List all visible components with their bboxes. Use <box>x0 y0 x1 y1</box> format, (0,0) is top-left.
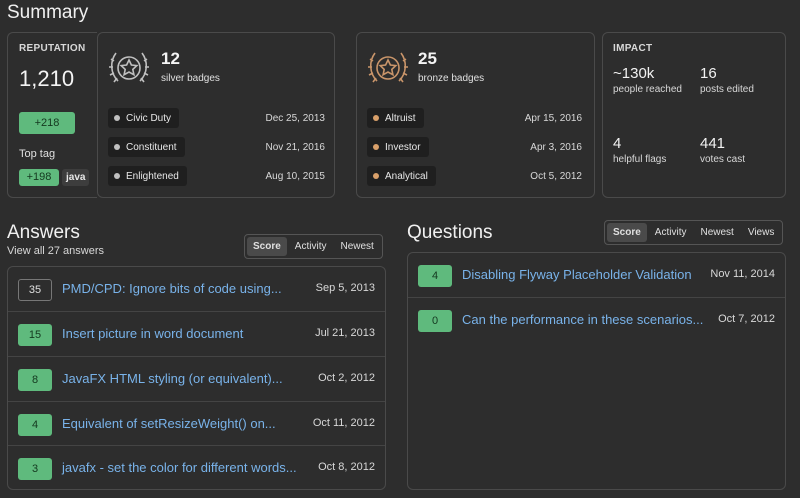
answer-title-link[interactable]: JavaFX HTML styling (or equivalent)... <box>62 371 283 386</box>
answer-date: Jul 21, 2013 <box>315 327 375 339</box>
badge-date: Nov 21, 2016 <box>265 142 326 153</box>
stat-value: 16 <box>700 65 717 82</box>
tab-newest[interactable]: Newest <box>694 223 739 242</box>
list-item[interactable]: 3 javafx - set the color for different w… <box>8 445 385 490</box>
reputation-change-badge[interactable]: +218 <box>19 112 75 134</box>
badge-name: Constituent <box>126 141 177 153</box>
badge-enlightened[interactable]: Enlightened <box>108 166 187 186</box>
bronze-badge-count: 25 <box>418 49 437 68</box>
badge-name: Altruist <box>385 112 416 124</box>
stat-value: 441 <box>700 135 726 152</box>
tab-activity[interactable]: Activity <box>289 237 333 256</box>
badge-date: Aug 10, 2015 <box>265 171 326 182</box>
bronze-badges-card: 25 bronze badges Altruist Apr 15, 2016 I… <box>356 32 595 198</box>
summary-heading: Summary <box>7 2 89 23</box>
question-date: Nov 11, 2014 <box>710 268 775 280</box>
questions-heading: Questions <box>407 222 493 243</box>
answer-title-link[interactable]: javafx - set the color for different wor… <box>62 460 297 475</box>
badge-analytical[interactable]: Analytical <box>367 166 436 186</box>
top-tag-score: +198 <box>19 169 59 186</box>
reputation-card: REPUTATION 1,210 +218 Top tag +198 java <box>7 32 97 198</box>
stat-label: posts edited <box>700 84 754 95</box>
badge-name: Enlightened <box>126 170 179 182</box>
tab-views[interactable]: Views <box>742 223 781 242</box>
question-score: 0 <box>418 310 452 332</box>
list-item[interactable]: 4 Disabling Flyway Placeholder Validatio… <box>408 253 785 298</box>
answers-list: 35 PMD/CPD: Ignore bits of code using...… <box>7 266 386 490</box>
badge-date: Dec 25, 2013 <box>265 113 326 124</box>
stat-votes-cast: 441 votes cast <box>700 135 745 165</box>
reputation-label: REPUTATION <box>19 43 86 54</box>
badge-name: Civic Duty <box>126 112 172 124</box>
badge-investor[interactable]: Investor <box>367 137 429 157</box>
impact-card: IMPACT ~130k people reached 16 posts edi… <box>602 32 786 198</box>
answer-score: 4 <box>18 414 52 436</box>
top-tag-label: Top tag <box>19 148 56 160</box>
tab-score[interactable]: Score <box>607 223 647 242</box>
question-title-link[interactable]: Can the performance in these scenarios..… <box>462 312 703 327</box>
answer-date: Oct 11, 2012 <box>312 417 375 429</box>
question-date: Oct 7, 2012 <box>718 313 775 325</box>
reputation-value: 1,210 <box>19 66 75 91</box>
silver-badge-label: silver badges <box>161 73 220 84</box>
badge-date: Apr 3, 2016 <box>530 142 582 153</box>
silver-badge-count: 12 <box>161 49 180 68</box>
question-score: 4 <box>418 265 452 287</box>
tab-activity[interactable]: Activity <box>649 223 693 242</box>
stat-posts-edited: 16 posts edited <box>700 65 754 95</box>
list-item[interactable]: 4 Equivalent of setResizeWeight() on... … <box>8 401 385 446</box>
answer-date: Sep 5, 2013 <box>315 282 375 294</box>
silver-badge-icon <box>109 52 149 83</box>
answer-score: 3 <box>18 458 52 480</box>
stat-value: ~130k <box>613 65 655 82</box>
answer-date: Oct 8, 2012 <box>318 461 375 473</box>
silver-dot-icon <box>114 115 120 121</box>
list-item[interactable]: 8 JavaFX HTML styling (or equivalent)...… <box>8 356 385 401</box>
answer-score: 15 <box>18 324 52 346</box>
question-title-link[interactable]: Disabling Flyway Placeholder Validation <box>462 267 692 282</box>
badge-date: Apr 15, 2016 <box>524 113 582 124</box>
bronze-badge-icon <box>368 52 408 83</box>
impact-label: IMPACT <box>613 43 653 54</box>
answer-date: Oct 2, 2012 <box>318 372 375 384</box>
bronze-dot-icon <box>373 173 379 179</box>
view-all-answers-link[interactable]: View all 27 answers <box>7 245 104 257</box>
questions-sort-tabs: Score Activity Newest Views <box>604 220 784 245</box>
badge-name: Analytical <box>385 170 428 182</box>
top-tag-java[interactable]: java <box>62 169 90 186</box>
stat-label: helpful flags <box>613 154 667 165</box>
badge-altruist[interactable]: Altruist <box>367 108 424 128</box>
list-item[interactable]: 0 Can the performance in these scenarios… <box>408 297 785 342</box>
bronze-dot-icon <box>373 115 379 121</box>
answer-score: 35 <box>18 279 52 301</box>
tab-score[interactable]: Score <box>247 237 287 256</box>
badge-civic-duty[interactable]: Civic Duty <box>108 108 180 128</box>
badge-date: Oct 5, 2012 <box>530 171 582 182</box>
badge-constituent[interactable]: Constituent <box>108 137 185 157</box>
stat-label: people reached <box>613 84 682 95</box>
answer-score: 8 <box>18 369 52 391</box>
answer-title-link[interactable]: PMD/CPD: Ignore bits of code using... <box>62 281 282 296</box>
answer-title-link[interactable]: Insert picture in word document <box>62 326 243 341</box>
bronze-dot-icon <box>373 144 379 150</box>
stat-value: 4 <box>613 135 622 152</box>
badge-name: Investor <box>385 141 421 153</box>
questions-list: 4 Disabling Flyway Placeholder Validatio… <box>407 252 786 490</box>
stat-people-reached: ~130k people reached <box>613 65 682 95</box>
answers-heading: Answers <box>7 222 80 243</box>
tab-newest[interactable]: Newest <box>334 237 379 256</box>
answers-sort-tabs: Score Activity Newest <box>244 234 383 259</box>
list-item[interactable]: 15 Insert picture in word document Jul 2… <box>8 311 385 356</box>
silver-dot-icon <box>114 173 120 179</box>
bronze-badge-label: bronze badges <box>418 73 485 84</box>
stat-label: votes cast <box>700 154 746 165</box>
silver-dot-icon <box>114 144 120 150</box>
list-item[interactable]: 35 PMD/CPD: Ignore bits of code using...… <box>8 267 385 312</box>
stat-helpful-flags: 4 helpful flags <box>613 135 666 165</box>
answer-title-link[interactable]: Equivalent of setResizeWeight() on... <box>62 416 276 431</box>
